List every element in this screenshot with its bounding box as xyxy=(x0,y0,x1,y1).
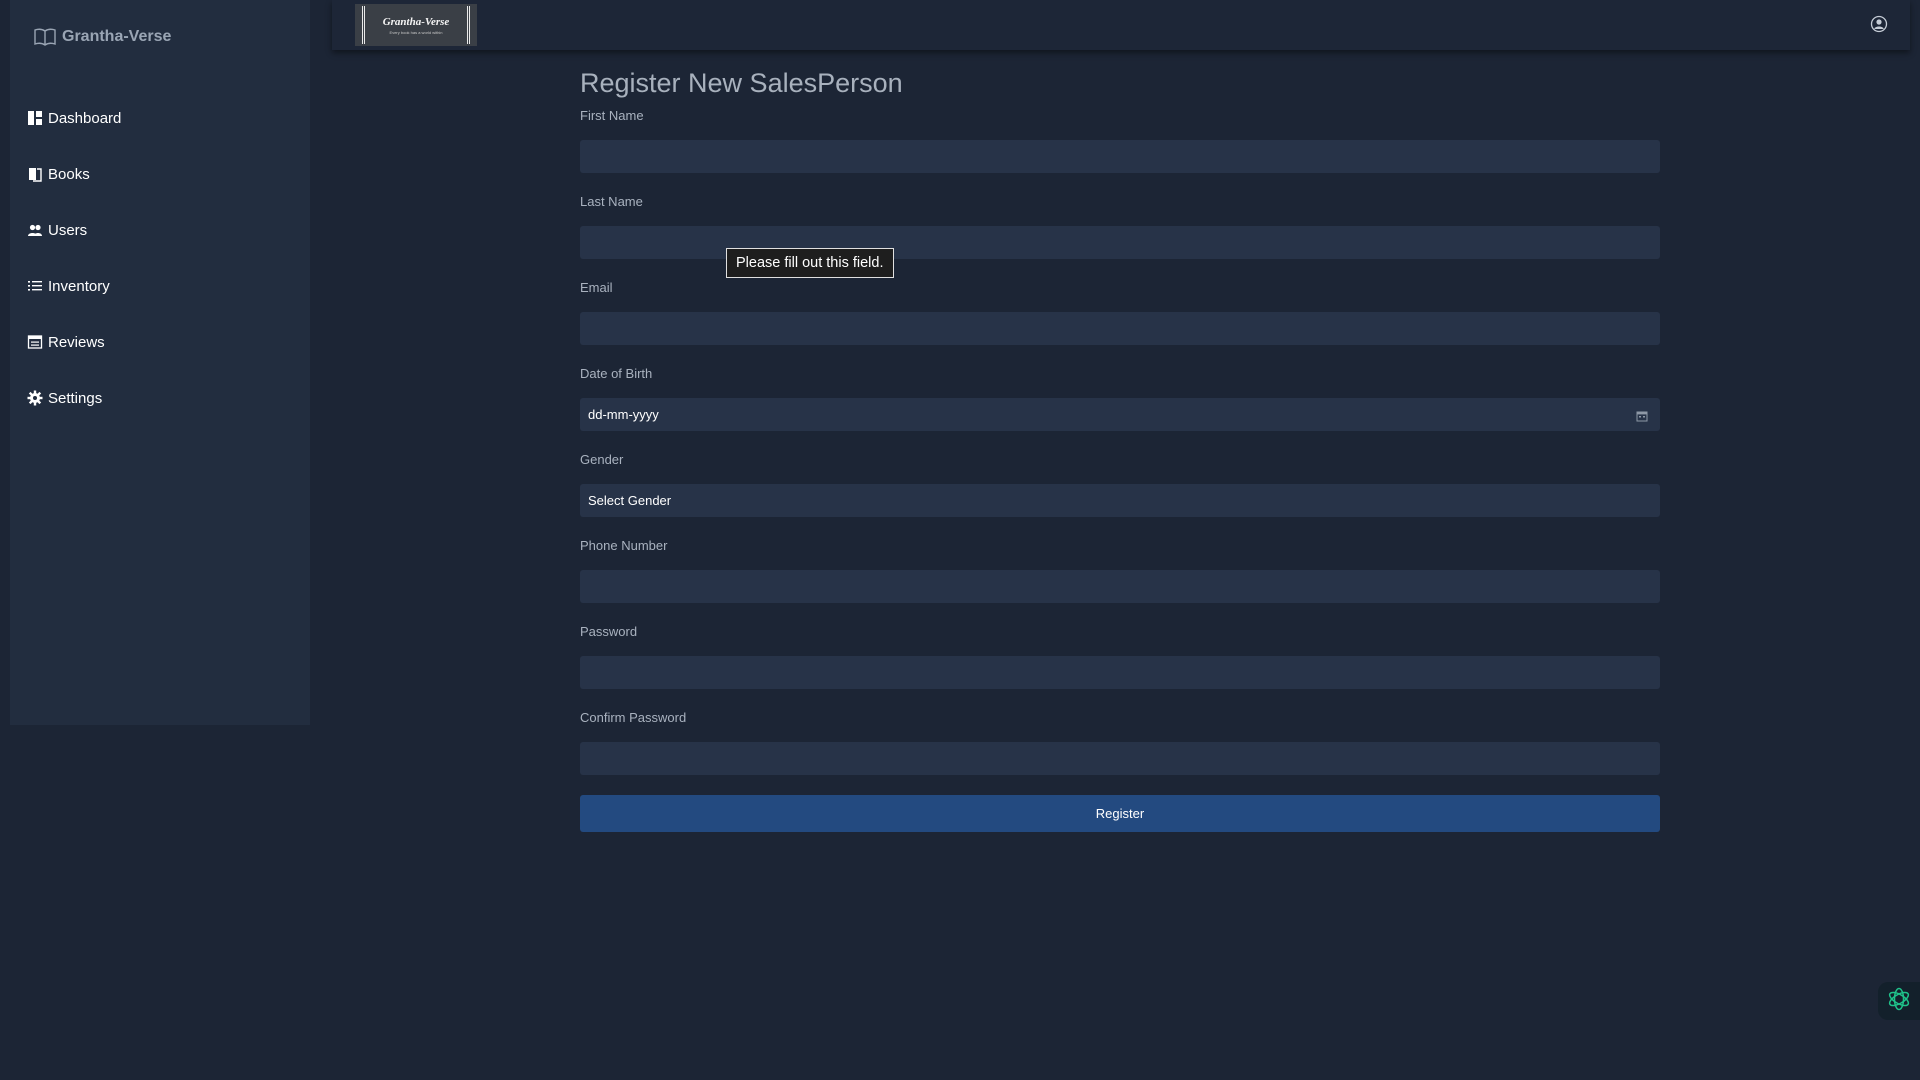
register-form: Register New SalesPerson First Name Last… xyxy=(580,68,1660,832)
register-button[interactable]: Register xyxy=(580,795,1660,832)
logo-frame: Grantha-Verse Every book has a world wit… xyxy=(362,6,470,44)
sidebar-item-label: Reviews xyxy=(48,333,105,351)
logo-title: Grantha-Verse xyxy=(382,15,450,28)
sidebar-item-label: Dashboard xyxy=(48,109,122,127)
dashboard-icon xyxy=(26,109,44,127)
reviews-icon xyxy=(26,333,44,351)
assistant-icon xyxy=(1886,986,1912,1017)
top-bar: Grantha-Verse Every book has a world wit… xyxy=(332,0,1910,50)
logo-tagline: Every book has a world within xyxy=(389,29,443,35)
brand-name: Grantha-Verse xyxy=(62,28,172,45)
sidebar-item-dashboard[interactable]: Dashboard xyxy=(26,90,296,146)
sidebar-item-books[interactable]: Books xyxy=(26,146,296,202)
sidebar-item-label: Books xyxy=(48,165,90,183)
brand[interactable]: Grantha-Verse xyxy=(34,26,171,48)
sidebar: Grantha-Verse Dashboard Books Users Inve… xyxy=(10,0,310,725)
sidebar-item-label: Inventory xyxy=(48,277,110,295)
user-circle-icon[interactable] xyxy=(1870,15,1888,33)
email-field[interactable] xyxy=(580,312,1660,345)
password-field[interactable] xyxy=(580,656,1660,689)
logo[interactable]: Grantha-Verse Every book has a world wit… xyxy=(355,4,477,46)
dob-field[interactable] xyxy=(580,398,1660,431)
email-label: Email xyxy=(580,280,613,295)
book-open-icon xyxy=(34,26,58,48)
dob-label: Date of Birth xyxy=(580,366,653,381)
password-label: Password xyxy=(580,624,638,639)
phone-label: Phone Number xyxy=(580,538,668,553)
calendar-icon[interactable] xyxy=(1636,409,1648,421)
confirm-password-field[interactable] xyxy=(580,742,1660,775)
assistant-button[interactable] xyxy=(1878,982,1920,1020)
dob-field-wrapper xyxy=(580,398,1660,431)
last-name-label: Last Name xyxy=(580,194,643,209)
sidebar-item-label: Settings xyxy=(48,389,103,407)
first-name-field[interactable] xyxy=(580,140,1660,173)
book-icon xyxy=(26,165,44,183)
gender-select[interactable]: Select Gender xyxy=(580,484,1660,517)
sidebar-item-label: Users xyxy=(48,221,88,239)
gender-label: Gender xyxy=(580,452,624,467)
page-title: Register New SalesPerson xyxy=(580,68,903,98)
confirm-password-label: Confirm Password xyxy=(580,710,687,725)
sidebar-nav: Dashboard Books Users Inventory Reviews xyxy=(26,90,296,426)
sidebar-item-reviews[interactable]: Reviews xyxy=(26,314,296,370)
first-name-label: First Name xyxy=(580,108,644,123)
sidebar-item-users[interactable]: Users xyxy=(26,202,296,258)
gender-select-value: Select Gender xyxy=(588,493,672,508)
validation-tooltip: Please fill out this field. xyxy=(726,248,894,278)
phone-field[interactable] xyxy=(580,570,1660,603)
sidebar-item-inventory[interactable]: Inventory xyxy=(26,258,296,314)
list-icon xyxy=(26,277,44,295)
gear-icon xyxy=(26,389,44,407)
sidebar-item-settings[interactable]: Settings xyxy=(26,370,296,426)
users-icon xyxy=(26,221,44,239)
